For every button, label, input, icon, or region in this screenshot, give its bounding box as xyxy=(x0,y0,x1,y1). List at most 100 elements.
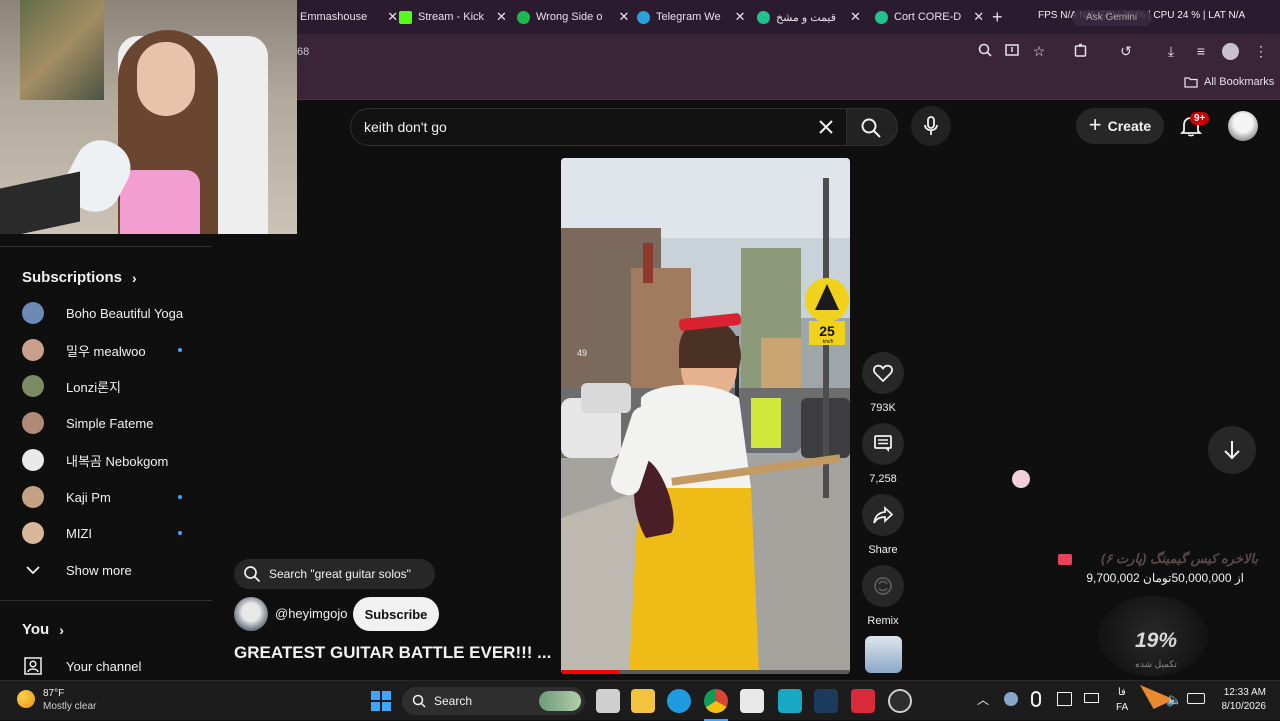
weather-temp[interactable]: 87°F xyxy=(43,688,64,699)
search-box: keith don't go xyxy=(350,108,850,146)
arrow-down-icon xyxy=(1224,441,1240,460)
channel-name[interactable]: @heyimgojo xyxy=(275,606,347,621)
folder-icon xyxy=(1184,77,1198,88)
subscribe-button[interactable]: Subscribe xyxy=(353,597,439,631)
url-fragment[interactable]: 68 xyxy=(297,46,309,58)
weather-icon[interactable] xyxy=(17,690,35,708)
sidebar-item-mizi[interactable]: MIZI xyxy=(22,519,192,547)
close-icon[interactable]: ✕ xyxy=(850,9,861,25)
store-icon[interactable] xyxy=(740,689,764,713)
voice-search-button[interactable] xyxy=(911,106,951,146)
install-app-icon[interactable] xyxy=(1004,43,1020,59)
browser-tab[interactable]: Telegram We ✕ xyxy=(637,4,746,30)
comments-button[interactable]: 7,258 xyxy=(862,423,904,485)
task-view-icon[interactable] xyxy=(596,689,620,713)
like-button[interactable]: 793K xyxy=(862,352,904,414)
wall-poster xyxy=(20,0,104,100)
edge-icon[interactable] xyxy=(667,689,691,713)
sidebar-item-simple-fateme[interactable]: Simple Fateme xyxy=(22,409,192,437)
site-icon xyxy=(875,10,888,24)
chevron-right-icon: › xyxy=(132,269,137,286)
video-frame xyxy=(561,158,850,674)
browser-tab[interactable]: Cort CORE-D ✕ xyxy=(875,4,984,30)
language-indicator[interactable]: فا xyxy=(1118,687,1126,698)
close-icon[interactable]: ✕ xyxy=(735,9,746,25)
short-video[interactable]: 25 km/h 49 xyxy=(561,158,850,674)
cloud-icon[interactable] xyxy=(1004,692,1018,706)
chrome-icon[interactable] xyxy=(704,689,728,713)
search-button[interactable] xyxy=(846,108,898,146)
clock-time[interactable]: 12:33 AM xyxy=(1214,687,1266,698)
app-icon[interactable] xyxy=(851,689,875,713)
file-explorer-icon[interactable] xyxy=(631,689,655,713)
zoom-icon[interactable] xyxy=(977,43,993,59)
steam-icon[interactable] xyxy=(814,689,838,713)
chevron-up-icon[interactable]: ︿ xyxy=(977,691,989,708)
you-header[interactable]: You › xyxy=(22,621,64,638)
keyboard-icon[interactable] xyxy=(1084,693,1099,703)
media-controls-icon[interactable]: ≡ xyxy=(1193,43,1209,59)
tray-icon[interactable] xyxy=(1057,692,1072,706)
sidebar-item-mealwoo[interactable]: 밀우 mealwoo xyxy=(22,336,192,364)
channel-icon xyxy=(22,657,44,675)
avatar xyxy=(22,522,44,544)
close-icon[interactable]: ✕ xyxy=(973,9,984,25)
profile-avatar[interactable] xyxy=(1222,43,1239,60)
share-button[interactable]: Share xyxy=(862,494,904,556)
all-bookmarks-button[interactable]: All Bookmarks xyxy=(1184,76,1274,88)
heart-icon xyxy=(862,352,904,394)
close-icon[interactable]: ✕ xyxy=(496,9,507,25)
progress-track[interactable] xyxy=(561,670,850,674)
new-tab-button[interactable]: + xyxy=(992,4,1003,30)
battery-icon[interactable] xyxy=(1187,693,1205,704)
weather-desc[interactable]: Mostly clear xyxy=(43,701,96,712)
short-title[interactable]: GREATEST GUITAR BATTLE EVER!!! ... xyxy=(234,643,551,663)
language-code[interactable]: FA xyxy=(1116,702,1128,713)
bookmark-star-icon[interactable]: ☆ xyxy=(1031,43,1047,59)
app-icon[interactable] xyxy=(778,689,802,713)
webcam-overlay xyxy=(0,0,297,234)
sidebar-item-your-channel[interactable]: Your channel xyxy=(22,652,192,680)
show-more-button[interactable]: Show more xyxy=(22,556,192,584)
search-suggestion-chip[interactable]: Search "great guitar solos" xyxy=(234,559,435,589)
history-icon[interactable]: ↺ xyxy=(1118,43,1134,59)
subscriptions-header[interactable]: Subscriptions › xyxy=(22,269,137,286)
ask-gemini-button[interactable]: Ask Gemini xyxy=(1072,10,1152,26)
browser-tab[interactable]: Emmashouse ✕ xyxy=(300,4,398,30)
browser-tab[interactable]: Wrong Side o ✕ xyxy=(517,4,629,30)
close-icon[interactable]: ✕ xyxy=(618,9,629,25)
app-icon[interactable] xyxy=(888,689,912,713)
microphone-icon[interactable] xyxy=(1031,691,1041,707)
start-button[interactable] xyxy=(371,691,391,711)
comment-icon xyxy=(862,423,904,465)
speaker-icon[interactable]: 🔈 xyxy=(1166,692,1182,708)
extensions-icon[interactable] xyxy=(1073,43,1089,59)
search-input[interactable]: keith don't go xyxy=(364,119,447,135)
channel-avatar[interactable] xyxy=(234,597,268,631)
search-highlight-image xyxy=(539,691,581,711)
sidebar-item-boho-beautiful-yoga[interactable]: Boho Beautiful Yoga xyxy=(22,299,192,327)
create-button[interactable]: + Create xyxy=(1076,108,1164,144)
more-menu-icon[interactable]: ⋮ xyxy=(1253,43,1269,59)
share-icon xyxy=(862,494,904,536)
remix-button[interactable]: Remix xyxy=(862,565,904,627)
mic-arm xyxy=(0,171,80,234)
sidebar-item-lonzi[interactable]: Lonzi론지 xyxy=(22,372,192,400)
donation-amount: 9,700,002 از 50,000,000تومان xyxy=(1086,571,1244,585)
sound-thumbnail[interactable] xyxy=(865,636,902,673)
clear-search-icon[interactable] xyxy=(817,118,835,141)
next-short-button[interactable] xyxy=(1208,426,1256,474)
clock-date[interactable]: 8/10/2026 xyxy=(1214,701,1267,712)
download-icon[interactable]: ⤓ xyxy=(1163,43,1179,59)
notifications-button[interactable]: 9+ xyxy=(1179,112,1210,142)
browser-tab[interactable]: قیمت و مشخ ✕ xyxy=(757,4,861,30)
close-icon[interactable]: ✕ xyxy=(387,9,398,25)
sidebar-item-kaji-pm[interactable]: Kaji Pm xyxy=(22,483,192,511)
taskbar-search[interactable]: Search xyxy=(402,687,585,715)
account-avatar[interactable] xyxy=(1228,111,1258,141)
sidebar-item-nebokgom[interactable]: 내복곰 Nebokgom xyxy=(22,446,192,474)
sidebar: Subscriptions › Boho Beautiful Yoga 밀우 m… xyxy=(0,234,212,680)
browser-tab[interactable]: Stream - Kick ✕ xyxy=(399,4,507,30)
comment-count: 7,258 xyxy=(869,473,897,485)
heart-emoji-icon xyxy=(1058,554,1072,565)
